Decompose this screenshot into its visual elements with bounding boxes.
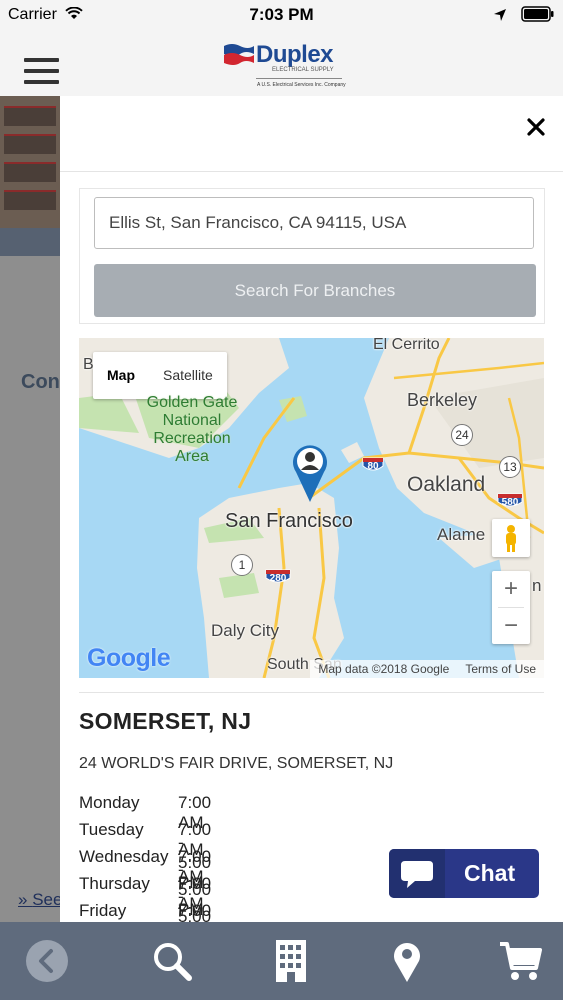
branch-divider [79, 692, 544, 693]
golden-gate-text: Golden Gate National Recreation Area [146, 394, 238, 465]
location-arrow-icon [493, 9, 506, 21]
modal-header-divider [60, 171, 563, 172]
map-label-el-cerrito: El Cerrito [373, 338, 440, 353]
location-pin-icon[interactable] [382, 936, 432, 986]
zoom-out-button[interactable]: − [492, 608, 530, 644]
back-icon[interactable] [22, 936, 72, 986]
search-icon[interactable] [147, 936, 197, 986]
map-label-san-francisco: San Francisco [225, 510, 353, 532]
background-product-image [0, 96, 60, 228]
map-label-n: n [532, 576, 542, 595]
address-search-input[interactable] [94, 197, 534, 249]
logo-divider [256, 78, 342, 79]
app-header: Duplex ELECTRICAL SUPPLY A U.S. Electric… [0, 30, 563, 96]
route-1-marker: 1 [231, 554, 253, 576]
interstate-580-label: 580 [501, 497, 519, 508]
search-branches-button[interactable]: Search For Branches [94, 264, 536, 317]
battery-icon [521, 6, 554, 22]
map-data-text: Map data ©2018 Google [318, 662, 450, 676]
hamburger-menu-icon[interactable] [24, 58, 59, 84]
see-link-text: See [32, 890, 63, 909]
status-bar: Carrier 7:03 PM [0, 0, 563, 30]
status-right [493, 6, 555, 24]
branch-name: SOMERSET, NJ [79, 708, 252, 734]
interstate-80-shield: 80 [362, 456, 384, 474]
interstate-280-label: 280 [269, 573, 287, 584]
interstate-80-label: 80 [367, 461, 379, 472]
map-type-map[interactable]: Map [93, 352, 149, 399]
building-icon[interactable] [266, 936, 316, 986]
background-see-link: » See [18, 890, 63, 909]
hours-day: Wednesday [79, 847, 169, 866]
map-label-berkeley: Berkeley [407, 390, 478, 410]
bottom-navigation [0, 922, 563, 1000]
cart-icon[interactable] [496, 936, 546, 986]
map-type-satellite[interactable]: Satellite [149, 352, 227, 399]
map-attribution: Map data ©2018 Google Terms of Use [310, 660, 544, 678]
duplex-logo[interactable]: Duplex ELECTRICAL SUPPLY A U.S. Electric… [222, 40, 346, 90]
zoom-control: + − [492, 571, 530, 644]
map-type-control: Map Satellite [93, 352, 227, 399]
hours-day: Friday [79, 901, 127, 920]
street-view-pegman-icon[interactable] [492, 519, 530, 557]
logo-tagline: A U.S. Electrical Services Inc. Company [257, 82, 346, 88]
logo-subtitle: ELECTRICAL SUPPLY [272, 67, 334, 73]
chat-bubble-wrap [389, 849, 445, 898]
background-heading: Con [21, 371, 60, 393]
hours-day: Monday [79, 793, 140, 812]
map-label-oakland: Oakland [407, 473, 486, 496]
hours-time: 7:00 AM - 5:00 PM [178, 901, 212, 922]
google-logo[interactable]: Google [87, 644, 171, 673]
flag-icon [224, 44, 254, 65]
branch-map[interactable]: Map Satellite B El Cerrito Berkeley Gold… [79, 338, 544, 678]
map-label-alameda: Alame [437, 525, 486, 544]
chat-bubble-icon [401, 861, 433, 888]
branch-location-pin-icon[interactable] [291, 442, 329, 504]
google-logo-text: Google [87, 644, 171, 672]
background-banner-strip [0, 228, 60, 256]
interstate-280-shield: 280 [265, 568, 291, 586]
chat-button[interactable]: Chat [389, 849, 539, 898]
hours-day: Tuesday [79, 820, 144, 839]
clock: 7:03 PM [249, 5, 314, 24]
map-terms-link[interactable]: Terms of Use [457, 660, 544, 678]
hours-day: Thursday [79, 874, 150, 893]
map-label-golden-gate: Golden Gate National Recreation Area [137, 394, 247, 466]
chat-label: Chat [464, 860, 516, 886]
close-icon[interactable] [525, 116, 547, 138]
interstate-580-shield: 580 [497, 492, 523, 510]
branch-finder-modal: Search For Branches [60, 96, 563, 922]
zoom-in-button[interactable]: + [492, 571, 530, 607]
map-label-daly-city: Daly City [211, 621, 280, 640]
search-panel: Search For Branches [79, 188, 545, 324]
map-label-b: B [83, 356, 94, 373]
route-24-marker: 24 [451, 424, 473, 446]
route-13-marker: 13 [499, 456, 521, 478]
branch-address: 24 WORLD'S FAIR DRIVE, SOMERSET, NJ [79, 755, 394, 772]
logo-text: Duplex [256, 41, 334, 68]
